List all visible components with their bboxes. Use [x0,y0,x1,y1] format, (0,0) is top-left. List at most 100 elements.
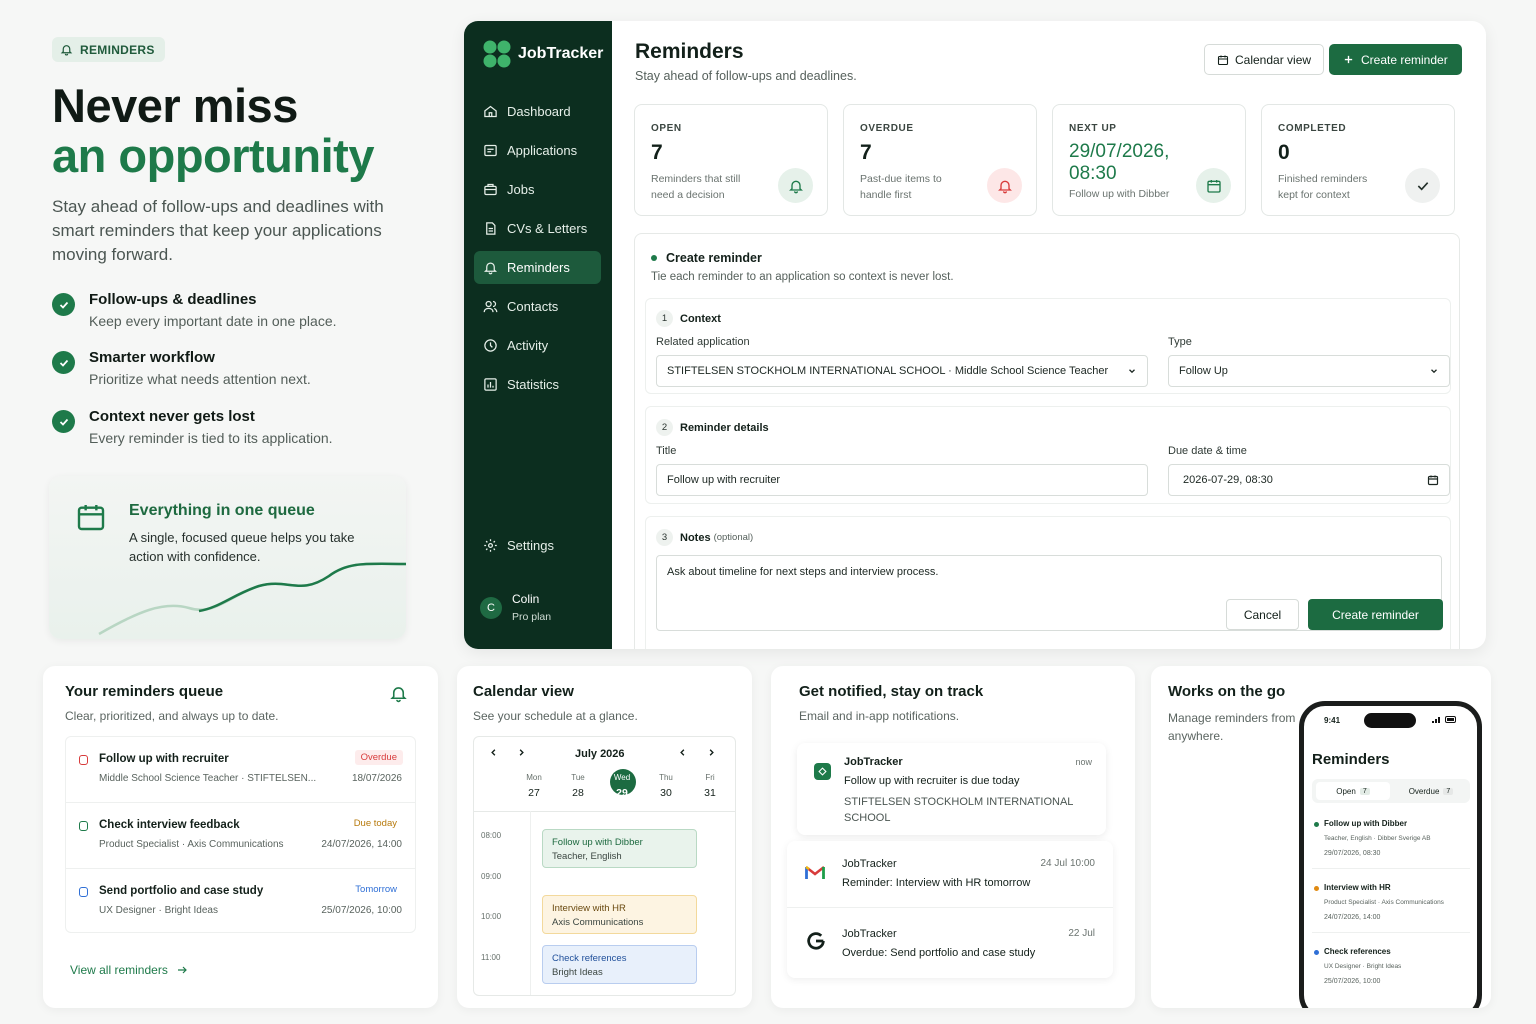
phone-screen-title: Reminders [1312,751,1390,768]
nav-activity[interactable]: Activity [474,329,601,362]
calendar-event[interactable]: Check references Bright Ideas [542,945,697,984]
queue-item[interactable]: Check interview feedback Product Special… [66,803,415,869]
gear-icon [483,538,498,553]
feature-title: Follow-ups & deadlines [89,291,257,308]
nav-statistics[interactable]: Statistics [474,368,601,401]
event-sub: Teacher, English [552,851,622,862]
item-sub: Teacher, English · Dibber Sverige AB [1324,835,1431,842]
select-value: Follow Up [1179,365,1228,377]
nav-contacts[interactable]: Contacts [474,290,601,323]
user-profile[interactable]: C Colin Pro plan [480,592,551,623]
stat-label: NEXT UP [1069,123,1117,134]
day-column[interactable]: Mon 27 [512,773,556,799]
calendar-event[interactable]: Interview with HR Axis Communications [542,895,697,934]
day-column[interactable]: Fri 31 [688,773,732,799]
nav-cvs-letters[interactable]: CVs & Letters [474,212,601,245]
time-label: 08:00 [481,831,502,840]
nav-settings[interactable]: Settings [474,529,601,562]
view-all-reminders-link[interactable]: View all reminders [70,963,188,977]
phone-time: 9:41 [1324,716,1341,725]
brand-name: JobTracker [518,45,604,62]
button-label: Calendar view [1235,52,1312,67]
input-value: 2026-07-29, 08:30 [1183,474,1273,486]
chevron-down-icon [1127,366,1137,376]
cancel-button[interactable]: Cancel [1226,599,1299,630]
chevron-left-icon[interactable] [488,747,499,758]
nav-dashboard[interactable]: Dashboard [474,95,601,128]
title-input[interactable]: Follow up with recruiter [656,464,1148,496]
notification-title: Follow up with recruiter is due today [844,775,1020,787]
stat-card-completed[interactable]: COMPLETED 0 Finished reminders kept for … [1261,104,1455,216]
nav-jobs[interactable]: Jobs [474,173,601,206]
queue-item[interactable]: Send portfolio and case study UX Designe… [66,869,415,932]
queue-promo-title: Everything in one queue [129,502,315,519]
tab-label: Overdue [1408,786,1440,796]
nav-reminders[interactable]: Reminders [474,251,601,284]
calendar-icon[interactable] [1427,474,1439,486]
hero-title-line2: an opportunity [52,129,374,182]
event-title: Follow up with Dibber [552,837,643,848]
email-notification[interactable]: JobTracker 22 Jul Overdue: Send portfoli… [787,908,1113,978]
card-subtitle: Email and in-app notifications. [799,709,960,723]
stat-label: COMPLETED [1278,123,1347,134]
jobs-icon [483,182,498,197]
email-notification[interactable]: JobTracker 24 Jul 10:00 Reminder: Interv… [787,841,1113,908]
create-reminder-button[interactable]: Create reminder [1329,44,1462,75]
chevron-down-icon [1429,366,1439,376]
status-dot [1314,822,1319,827]
tab-open[interactable]: Open 7 [1316,782,1390,800]
item-title: Follow up with Dibber [1324,819,1408,828]
tab-overdue[interactable]: Overdue 7 [1394,782,1468,800]
day-column-today[interactable]: Wed 29 [600,769,644,799]
input-value: Follow up with recruiter [667,474,781,486]
avatar: C [480,596,502,619]
page-title: Reminders [635,40,744,63]
submit-create-reminder-button[interactable]: Create reminder [1308,599,1443,630]
status-dot [651,255,657,261]
nav-label: CVs & Letters [507,221,588,236]
notification-body: STIFTELSEN STOCKHOLM INTERNATIONAL SCHOO… [844,796,1073,824]
due-date-input[interactable]: 2026-07-29, 08:30 [1168,464,1450,496]
day-column[interactable]: Thu 30 [644,773,688,799]
queue-item[interactable]: Follow up with recruiter Middle School S… [66,737,415,803]
type-select[interactable]: Follow Up [1168,355,1450,387]
day-column[interactable]: Tue 28 [556,773,600,799]
feature-title: Smarter workflow [89,349,215,366]
feature-desc: Prioritize what needs attention next. [89,371,311,387]
stat-card-overdue[interactable]: OVERDUE 7 Past-due items to handle first [843,104,1037,216]
calendar-event[interactable]: Follow up with Dibber Teacher, English [542,829,697,868]
notification-app: JobTracker [842,858,897,870]
stat-card-next-up[interactable]: NEXT UP 29/07/2026, 08:30 Follow up with… [1052,104,1246,216]
phone-tabs: Open 7 Overdue 7 [1312,779,1470,803]
nav-label: Settings [507,538,554,553]
card-title: Get notified, stay on track [799,683,984,700]
bell-icon[interactable] [389,684,408,703]
nav-label: Statistics [507,377,560,392]
stat-card-open[interactable]: OPEN 7 Reminders that still need a decis… [634,104,828,216]
calendar-icon [75,500,107,534]
notifications-card: Get notified, stay on track Email and in… [771,666,1135,1008]
notification-time: now [1075,757,1092,767]
phone-reminder-item[interactable]: Follow up with Dibber Teacher, English ·… [1312,811,1470,869]
nav-applications[interactable]: Applications [474,134,601,167]
queue-item-title: Send portfolio and case study [99,885,264,897]
textarea-value: Ask about timeline for next steps and in… [667,566,939,578]
phone-reminder-item[interactable]: Check references UX Designer · Bright Id… [1312,939,1470,997]
day-number: 29 [616,787,628,799]
chevron-right-icon[interactable] [706,747,717,758]
time-label: 11:00 [481,953,501,962]
hero-title-line1: Never miss [52,79,298,132]
calendar-view-button[interactable]: Calendar view [1204,44,1325,75]
brand-logo[interactable]: JobTracker [482,39,603,69]
nav-label: Dashboard [507,104,571,119]
tab-count: 7 [1359,787,1370,795]
phone-reminder-item[interactable]: Interview with HR Product Specialist · A… [1312,875,1470,933]
related-application-select[interactable]: STIFTELSEN STOCKHOLM INTERNATIONAL SCHOO… [656,355,1148,387]
stat-value: 7 [651,141,663,164]
in-app-notification[interactable]: JobTracker now Follow up with recruiter … [797,743,1106,835]
chevron-right-icon[interactable] [516,747,527,758]
day-of-week: Mon [526,773,542,782]
stat-value: 0 [1278,141,1290,164]
phone-mockup: 9:41 Reminders Open 7 Overdue 7 Follow u… [1299,701,1482,1008]
chevron-left-icon[interactable] [677,747,688,758]
